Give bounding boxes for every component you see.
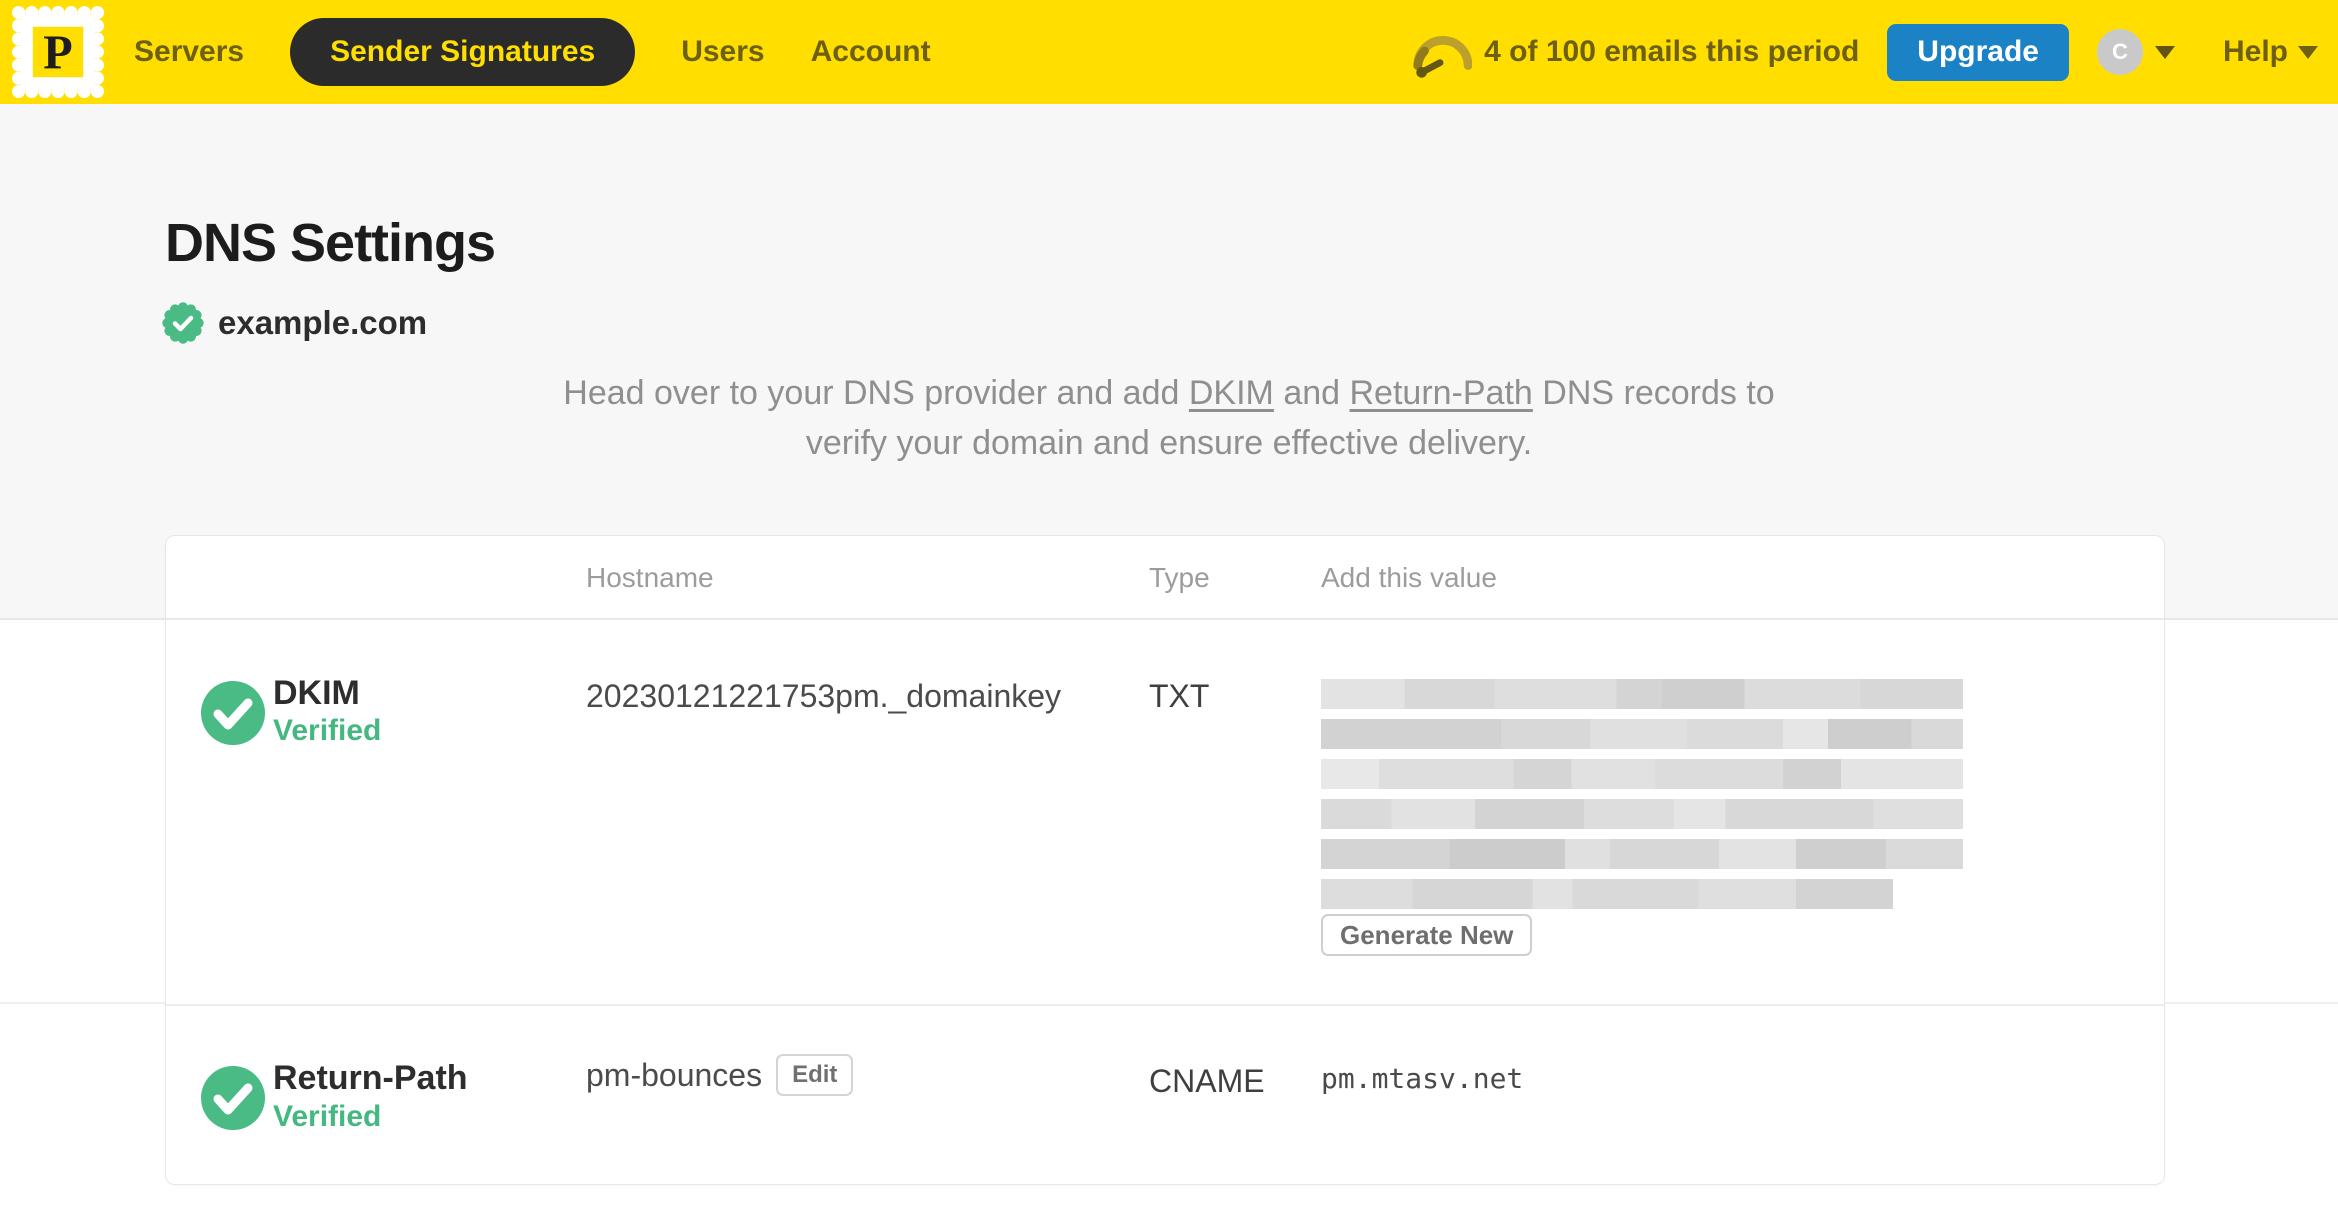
instruction-segment: and — [1273, 374, 1350, 412]
dns-records-card: Hostname Type Add this value DKIM Verifi… — [165, 535, 2165, 1185]
page-title: DNS Settings — [165, 213, 496, 273]
redacted-value-bar — [1321, 719, 1963, 749]
dkim-record-value-redacted — [1321, 679, 1963, 919]
help-menu[interactable]: Help — [2223, 35, 2318, 69]
row-divider — [166, 1004, 2164, 1006]
dkim-link[interactable]: DKIM — [1189, 374, 1274, 412]
return-path-link[interactable]: Return-Path — [1350, 374, 1533, 412]
top-navbar: P Servers Sender Signatures Users Accoun… — [0, 0, 2338, 104]
primary-nav: Servers Sender Signatures Users Account — [134, 18, 931, 86]
logo-letter: P — [43, 26, 72, 79]
record-hostname: pm-bounces — [586, 1056, 763, 1093]
verified-check-icon — [201, 1066, 265, 1130]
redacted-value-bar — [1321, 679, 1963, 709]
record-name: DKIM — [273, 674, 360, 712]
redacted-value-bar — [1321, 879, 1893, 909]
avatar[interactable]: C — [2096, 29, 2143, 75]
postage-stamp-icon: P — [12, 6, 104, 98]
domain-name: example.com — [218, 304, 428, 341]
navbar-right: 4 of 100 emails this period Upgrade C He… — [1410, 23, 2318, 81]
edit-button[interactable]: Edit — [776, 1054, 854, 1096]
domain-header: example.com — [160, 300, 427, 346]
instruction-segment: Head over to your DNS provider and add — [563, 374, 1189, 412]
redacted-value-bar — [1321, 799, 1963, 829]
status-badge: Verified — [273, 1100, 382, 1133]
redacted-value-bar — [1321, 839, 1963, 869]
column-header-type: Type — [1149, 562, 1210, 593]
instruction-text: Head over to your DNS provider and add D… — [0, 368, 2338, 468]
gauge-icon — [1413, 36, 1473, 78]
instruction-segment: DNS records to — [1532, 374, 1775, 412]
status-badge: Verified — [273, 714, 382, 747]
usage-text: 4 of 100 emails this period — [1484, 35, 1860, 68]
record-hostname: 20230121221753pm._domainkey — [586, 678, 1062, 714]
nav-item-servers[interactable]: Servers — [134, 35, 244, 69]
chevron-down-icon — [2154, 45, 2175, 59]
nav-item-account[interactable]: Account — [811, 35, 931, 69]
redacted-value-bar — [1321, 759, 1963, 789]
record-type: CNAME — [1149, 1063, 1265, 1099]
record-type: TXT — [1149, 678, 1210, 714]
nav-item-users[interactable]: Users — [681, 35, 764, 69]
instruction-line2: verify your domain and ensure effective … — [805, 424, 1533, 462]
record-value: pm.mtasv.net — [1321, 1062, 1524, 1095]
chevron-down-icon — [2298, 45, 2318, 59]
verified-seal-icon — [162, 302, 204, 344]
postmark-logo[interactable]: P — [12, 6, 104, 98]
account-menu[interactable]: C — [2096, 29, 2175, 75]
help-label: Help — [2222, 35, 2288, 68]
record-name: Return-Path — [273, 1059, 468, 1097]
verified-check-icon — [201, 681, 265, 745]
table-header: Hostname Type Add this value — [166, 536, 2164, 620]
return-path-hostname-row: pm-bounces Edit — [586, 1054, 854, 1096]
generate-new-button[interactable]: Generate New — [1321, 914, 1533, 956]
upgrade-button[interactable]: Upgrade — [1887, 23, 2069, 81]
column-header-value: Add this value — [1321, 562, 1497, 593]
nav-item-sender-signatures[interactable]: Sender Signatures — [290, 18, 636, 86]
column-header-hostname: Hostname — [586, 562, 714, 593]
usage-meter: 4 of 100 emails this period — [1410, 26, 1859, 78]
